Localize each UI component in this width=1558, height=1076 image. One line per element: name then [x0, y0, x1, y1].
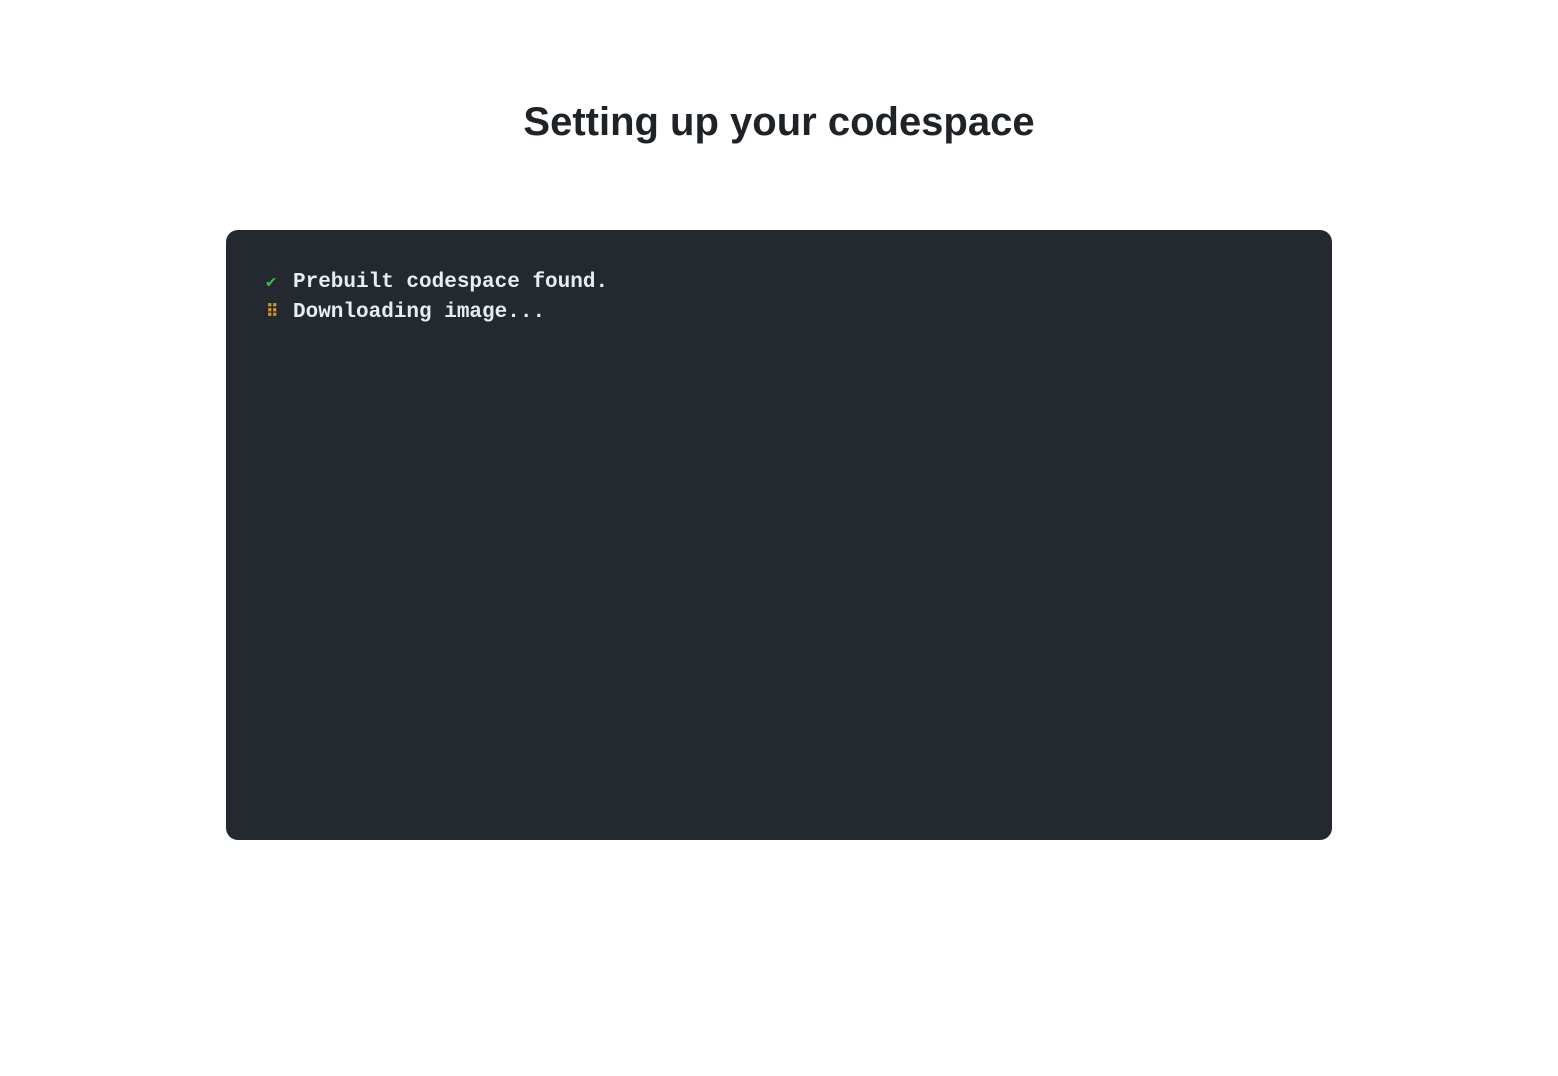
terminal-panel: ✔ Prebuilt codespace found. ⠿ Downloadin… — [226, 230, 1332, 840]
log-line-prebuilt: ✔ Prebuilt codespace found. — [266, 268, 1292, 298]
spinner-icon: ⠿ — [266, 302, 283, 327]
check-icon: ✔ — [266, 272, 283, 297]
log-text: Downloading image... — [293, 298, 545, 328]
page-container: Setting up your codespace ✔ Prebuilt cod… — [0, 0, 1558, 840]
log-text: Prebuilt codespace found. — [293, 268, 608, 298]
log-line-downloading: ⠿ Downloading image... — [266, 298, 1292, 328]
page-title: Setting up your codespace — [523, 100, 1034, 145]
